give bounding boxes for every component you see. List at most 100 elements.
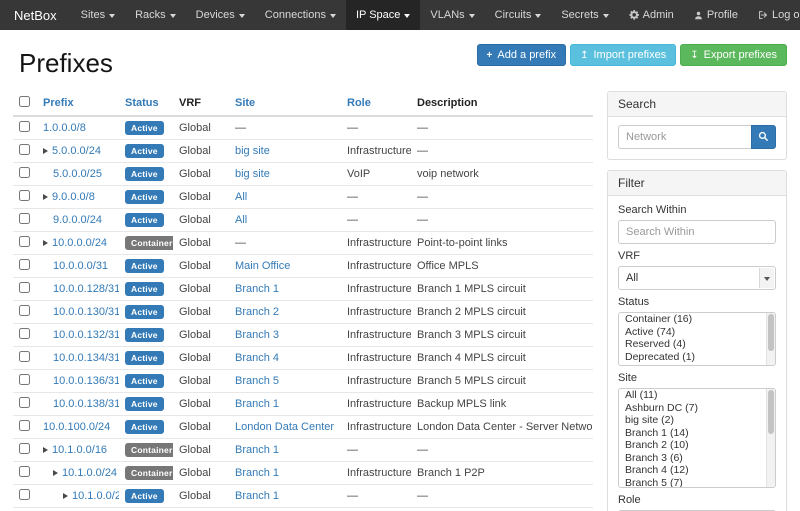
site-link[interactable]: Branch 1: [235, 490, 279, 502]
listbox-option[interactable]: Branch 3 (6): [619, 452, 775, 465]
prefix-link[interactable]: 10.0.0.0/31: [53, 260, 108, 272]
prefix-link[interactable]: 10.0.0.130/31: [53, 306, 119, 318]
prefix-link[interactable]: 10.0.0.128/31: [53, 283, 119, 295]
site-link[interactable]: Branch 1: [235, 444, 279, 456]
page-title: Prefixes: [19, 48, 113, 79]
prefix-link[interactable]: 5.0.0.0/24: [52, 145, 101, 157]
site-link[interactable]: London Data Center: [235, 421, 334, 433]
listbox-option[interactable]: Deprecated (1): [619, 351, 775, 364]
listbox-option[interactable]: Branch 4 (12): [619, 464, 775, 477]
vrf-select[interactable]: All: [618, 266, 776, 290]
column-header-status[interactable]: Status: [119, 91, 173, 116]
row-checkbox[interactable]: [19, 167, 30, 178]
listbox-option[interactable]: Container (16): [619, 313, 775, 326]
status-badge: Active: [125, 282, 164, 296]
expand-icon[interactable]: [43, 194, 48, 200]
scrollbar-thumb[interactable]: [768, 314, 774, 351]
listbox-option[interactable]: Branch 5 (7): [619, 477, 775, 489]
prefix-link[interactable]: 10.0.0.138/31: [53, 398, 119, 410]
scrollbar[interactable]: [766, 389, 775, 487]
column-header-site[interactable]: Site: [229, 91, 341, 116]
listbox-option[interactable]: Active (74): [619, 326, 775, 339]
prefix-table-wrap: PrefixStatusVRFSiteRoleDescription 1.0.0…: [13, 91, 593, 511]
row-checkbox[interactable]: [19, 305, 30, 316]
site-link[interactable]: All: [235, 214, 247, 226]
row-checkbox[interactable]: [19, 420, 30, 431]
site-link[interactable]: Main Office: [235, 260, 290, 272]
search-input[interactable]: [618, 125, 751, 149]
row-checkbox[interactable]: [19, 489, 30, 500]
row-checkbox[interactable]: [19, 190, 30, 201]
nav-item-devices[interactable]: Devices: [186, 0, 255, 30]
prefix-link[interactable]: 10.0.0.134/31: [53, 352, 119, 364]
listbox-option[interactable]: Ashburn DC (7): [619, 402, 775, 415]
nav-item-admin[interactable]: Admin: [619, 0, 684, 30]
listbox-option[interactable]: Branch 2 (10): [619, 439, 775, 452]
scrollbar-thumb[interactable]: [768, 390, 774, 434]
prefix-link[interactable]: 10.0.0.0/24: [52, 237, 107, 249]
nav-item-circuits[interactable]: Circuits: [485, 0, 552, 30]
expand-icon[interactable]: [43, 447, 48, 453]
scrollbar[interactable]: [766, 313, 775, 365]
nav-item-secrets[interactable]: Secrets: [551, 0, 618, 30]
row-checkbox[interactable]: [19, 328, 30, 339]
search-button[interactable]: [751, 125, 776, 149]
nav-item-log-out[interactable]: Log out: [748, 0, 800, 30]
row-checkbox[interactable]: [19, 259, 30, 270]
row-checkbox[interactable]: [19, 282, 30, 293]
nav-item-connections[interactable]: Connections: [255, 0, 346, 30]
add-a-prefix-button[interactable]: +Add a prefix: [477, 44, 567, 66]
column-header-role[interactable]: Role: [341, 91, 411, 116]
row-checkbox[interactable]: [19, 466, 30, 477]
row-checkbox[interactable]: [19, 351, 30, 362]
brand[interactable]: NetBox: [0, 0, 71, 30]
nav-item-profile[interactable]: Profile: [684, 0, 748, 30]
search-within-input[interactable]: [618, 220, 776, 244]
prefix-link[interactable]: 10.1.0.0/24: [62, 467, 117, 479]
prefix-link[interactable]: 10.0.0.136/31: [53, 375, 119, 387]
row-checkbox[interactable]: [19, 397, 30, 408]
site-listbox[interactable]: All (11)Ashburn DC (7)big site (2)Branch…: [618, 388, 776, 488]
prefix-link[interactable]: 10.1.0.0/16: [52, 444, 107, 456]
listbox-option[interactable]: Branch 1 (14): [619, 427, 775, 440]
site-link[interactable]: Branch 1: [235, 283, 279, 295]
expand-icon[interactable]: [63, 493, 68, 499]
prefix-link[interactable]: 10.0.100.0/24: [43, 421, 110, 433]
prefix-link[interactable]: 1.0.0.0/8: [43, 122, 86, 134]
import-prefixes-button[interactable]: ↥Import prefixes: [570, 44, 676, 66]
nav-item-vlans[interactable]: VLANs: [420, 0, 484, 30]
site-link[interactable]: Branch 1: [235, 467, 279, 479]
prefix-link[interactable]: 5.0.0.0/25: [53, 168, 102, 180]
row-checkbox[interactable]: [19, 144, 30, 155]
row-checkbox[interactable]: [19, 374, 30, 385]
expand-icon[interactable]: [43, 240, 48, 246]
prefix-link[interactable]: 9.0.0.0/24: [53, 214, 102, 226]
site-link[interactable]: Branch 2: [235, 306, 279, 318]
row-checkbox[interactable]: [19, 443, 30, 454]
site-link[interactable]: Branch 5: [235, 375, 279, 387]
site-link[interactable]: Branch 1: [235, 398, 279, 410]
row-checkbox[interactable]: [19, 236, 30, 247]
site-link[interactable]: big site: [235, 168, 270, 180]
site-link[interactable]: Branch 4: [235, 352, 279, 364]
expand-icon[interactable]: [43, 148, 48, 154]
status-listbox[interactable]: Container (16)Active (74)Reserved (4)Dep…: [618, 312, 776, 366]
site-link[interactable]: All: [235, 191, 247, 203]
listbox-option[interactable]: big site (2): [619, 414, 775, 427]
nav-item-ip-space[interactable]: IP Space: [346, 0, 420, 30]
listbox-option[interactable]: All (11): [619, 389, 775, 402]
site-link[interactable]: Branch 3: [235, 329, 279, 341]
prefix-link[interactable]: 9.0.0.0/8: [52, 191, 95, 203]
column-header-prefix[interactable]: Prefix: [37, 91, 119, 116]
row-checkbox[interactable]: [19, 213, 30, 224]
export-prefixes-button[interactable]: ↧Export prefixes: [680, 44, 787, 66]
listbox-option[interactable]: Reserved (4): [619, 338, 775, 351]
row-checkbox[interactable]: [19, 121, 30, 132]
site-link[interactable]: big site: [235, 145, 270, 157]
prefix-link[interactable]: 10.0.0.132/31: [53, 329, 119, 341]
nav-item-sites[interactable]: Sites: [71, 0, 125, 30]
nav-item-racks[interactable]: Racks: [125, 0, 186, 30]
select-all-checkbox[interactable]: [19, 96, 30, 107]
prefix-link[interactable]: 10.1.0.0/25: [72, 490, 119, 502]
expand-icon[interactable]: [53, 470, 58, 476]
